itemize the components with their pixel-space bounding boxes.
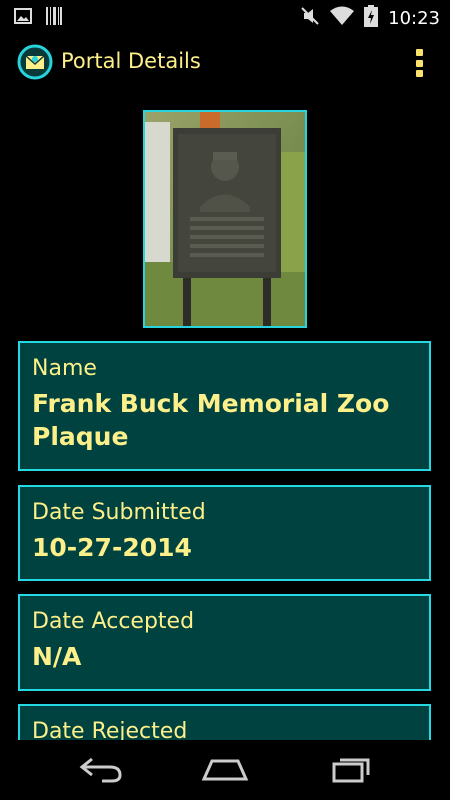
barcode-icon	[46, 7, 62, 29]
back-icon[interactable]	[78, 755, 124, 787]
wifi-icon	[330, 6, 355, 30]
date-accepted-label: Date Accepted	[32, 609, 195, 634]
date-submitted-value: 10-27-2014	[32, 533, 192, 562]
mute-icon	[300, 6, 320, 30]
clock: 10:23	[388, 7, 440, 29]
image-icon	[14, 8, 32, 28]
home-icon[interactable]	[200, 755, 250, 787]
status-bar: 10:23	[0, 0, 450, 33]
battery-icon	[364, 5, 379, 31]
action-bar: Portal Details	[0, 33, 450, 91]
name-label: Name	[32, 356, 97, 381]
date-submitted-label: Date Submitted	[32, 500, 206, 525]
overflow-menu-icon[interactable]	[414, 49, 424, 77]
portal-photo[interactable]	[143, 110, 307, 328]
envelope-portal-icon[interactable]	[17, 44, 53, 80]
date-submitted-card: Date Submitted 10-27-2014	[18, 485, 431, 581]
navigation-bar	[0, 740, 450, 800]
date-accepted-value: N/A	[32, 642, 82, 671]
name-value: Frank Buck Memorial Zoo Plaque	[32, 389, 390, 451]
date-accepted-card: Date Accepted N/A	[18, 594, 431, 691]
page-title: Portal Details	[61, 49, 201, 73]
recents-icon[interactable]	[330, 755, 374, 787]
name-card: Name Frank Buck Memorial Zoo Plaque	[18, 341, 431, 471]
